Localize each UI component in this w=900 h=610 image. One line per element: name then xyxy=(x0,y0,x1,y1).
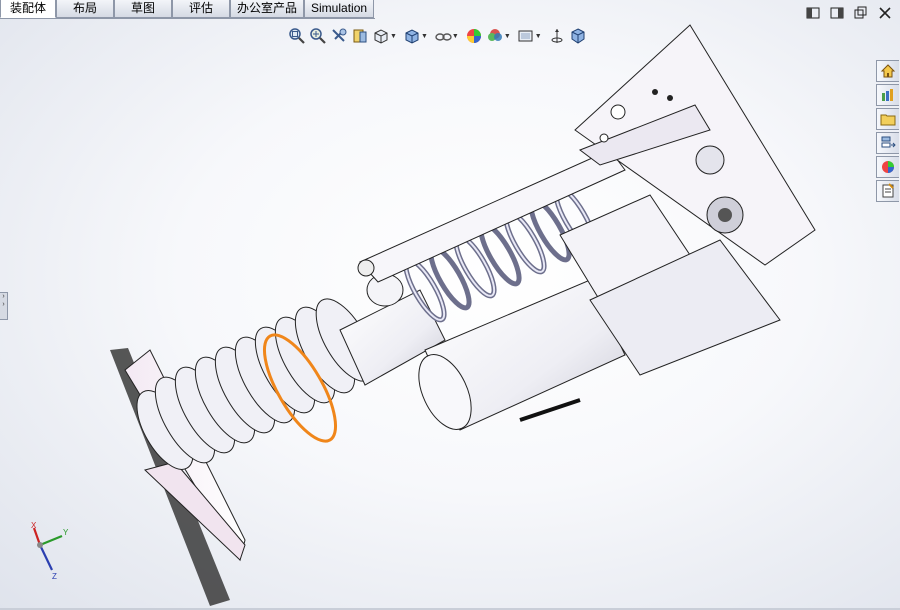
power-cable xyxy=(519,398,581,422)
triad-y-axis xyxy=(39,534,63,547)
bracket-hole xyxy=(610,104,626,120)
tile-left-icon[interactable] xyxy=(806,6,820,20)
bellows xyxy=(136,298,375,470)
view-3d-icon[interactable] xyxy=(548,27,566,45)
link-arm-bolt xyxy=(357,259,375,277)
hide-show-dropdown-icon[interactable]: ▼ xyxy=(452,33,459,40)
apply-scene-dropdown-icon[interactable]: ▼ xyxy=(504,33,511,40)
triad-z-label: Z xyxy=(52,572,57,581)
design-library-icon[interactable] xyxy=(876,84,899,106)
view-orientation-dropdown-icon[interactable]: ▼ xyxy=(390,33,397,40)
view-palette-icon[interactable] xyxy=(876,132,899,154)
cube-icon[interactable] xyxy=(569,27,587,45)
heads-up-view-toolbar: ▼ ▼ ▼ ▼ ▼ xyxy=(288,26,587,46)
drive-gear-hub xyxy=(718,208,732,222)
zoom-to-area-icon[interactable] xyxy=(309,27,327,45)
view-settings-dropdown-icon[interactable]: ▼ xyxy=(535,33,542,40)
view-orientation-icon[interactable] xyxy=(372,27,390,45)
edit-appearance-icon[interactable] xyxy=(465,27,483,45)
bracket-pin-2 xyxy=(667,95,673,101)
feature-manager-expand-handle[interactable]: › › xyxy=(0,292,8,320)
triad-origin xyxy=(37,542,43,548)
view-settings-icon[interactable] xyxy=(517,27,535,45)
zoom-to-fit-icon[interactable] xyxy=(288,27,306,45)
idler-gear xyxy=(695,145,725,175)
bracket-hole-small xyxy=(599,133,609,143)
triad-z-axis xyxy=(39,544,53,571)
hide-show-items-icon[interactable] xyxy=(434,27,452,45)
tab-layout[interactable]: 布局 xyxy=(56,0,114,18)
task-pane-tabs xyxy=(876,60,900,202)
graphics-area[interactable]: 装配体 布局 草图 评估 办公室产品 Simulation ▼ ▼ ▼ ▼ ▼ … xyxy=(0,0,900,610)
tab-assembly[interactable]: 装配体 xyxy=(0,0,56,18)
apply-scene-icon[interactable] xyxy=(486,27,504,45)
command-manager-tabs: 装配体 布局 草图 评估 办公室产品 Simulation xyxy=(0,0,375,19)
tab-evaluate[interactable]: 评估 xyxy=(172,0,230,18)
bracket-pin xyxy=(652,89,658,95)
section-view-icon[interactable] xyxy=(351,27,369,45)
triad-y-label: Y xyxy=(63,528,69,537)
restore-window-icon[interactable] xyxy=(854,6,868,20)
tab-sketch[interactable]: 草图 xyxy=(114,0,172,18)
custom-properties-icon[interactable] xyxy=(876,180,899,202)
display-style-icon[interactable] xyxy=(403,27,421,45)
appearances-icon[interactable] xyxy=(876,156,899,178)
display-style-dropdown-icon[interactable]: ▼ xyxy=(421,33,428,40)
assembly-model[interactable] xyxy=(0,0,900,610)
tile-right-icon[interactable] xyxy=(830,6,844,20)
home-icon[interactable] xyxy=(876,60,899,82)
previous-view-icon[interactable] xyxy=(330,27,348,45)
tab-office-products[interactable]: 办公室产品 xyxy=(230,0,305,18)
triad-x-label: X xyxy=(31,521,37,530)
tab-simulation[interactable]: Simulation xyxy=(304,0,375,18)
window-controls xyxy=(806,6,892,20)
close-icon[interactable] xyxy=(878,6,892,20)
coordinate-triad: X Y Z xyxy=(31,521,69,581)
file-explorer-icon[interactable] xyxy=(876,108,899,130)
